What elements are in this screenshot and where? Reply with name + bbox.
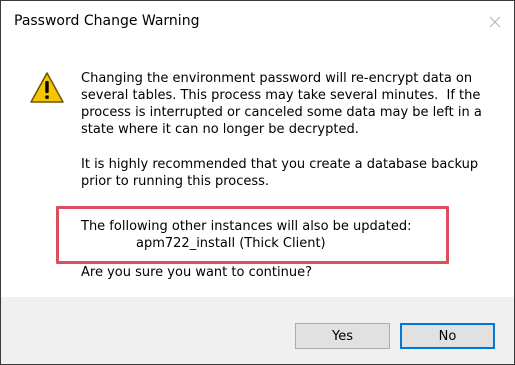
dialog-title: Password Change Warning xyxy=(14,13,200,29)
warning-text-line: several tables. This process may take se… xyxy=(81,88,481,103)
button-bar: Yes No xyxy=(1,297,514,364)
title-bar: Password Change Warning xyxy=(1,1,514,43)
recommendation-text-line: It is highly recommended that you create… xyxy=(81,157,479,172)
instances-highlight-box xyxy=(56,206,449,264)
warning-text-line: state where it can no longer be decrypte… xyxy=(81,122,359,137)
recommendation-text-line: prior to running this process. xyxy=(81,174,270,189)
no-button[interactable]: No xyxy=(400,323,495,349)
close-icon[interactable] xyxy=(486,13,504,31)
warning-icon xyxy=(29,71,65,104)
warning-text-line: Changing the environment password will r… xyxy=(81,71,473,86)
backup-recommendation: It is highly recommended that you create… xyxy=(81,156,501,190)
warning-paragraph-1: Changing the environment password will r… xyxy=(81,70,501,138)
warning-text-line: process is interrupted or canceled some … xyxy=(81,105,482,120)
confirmation-question: Are you sure you want to continue? xyxy=(81,265,312,280)
yes-button[interactable]: Yes xyxy=(295,323,390,349)
password-change-warning-dialog: Password Change Warning Changing the env… xyxy=(0,0,515,365)
